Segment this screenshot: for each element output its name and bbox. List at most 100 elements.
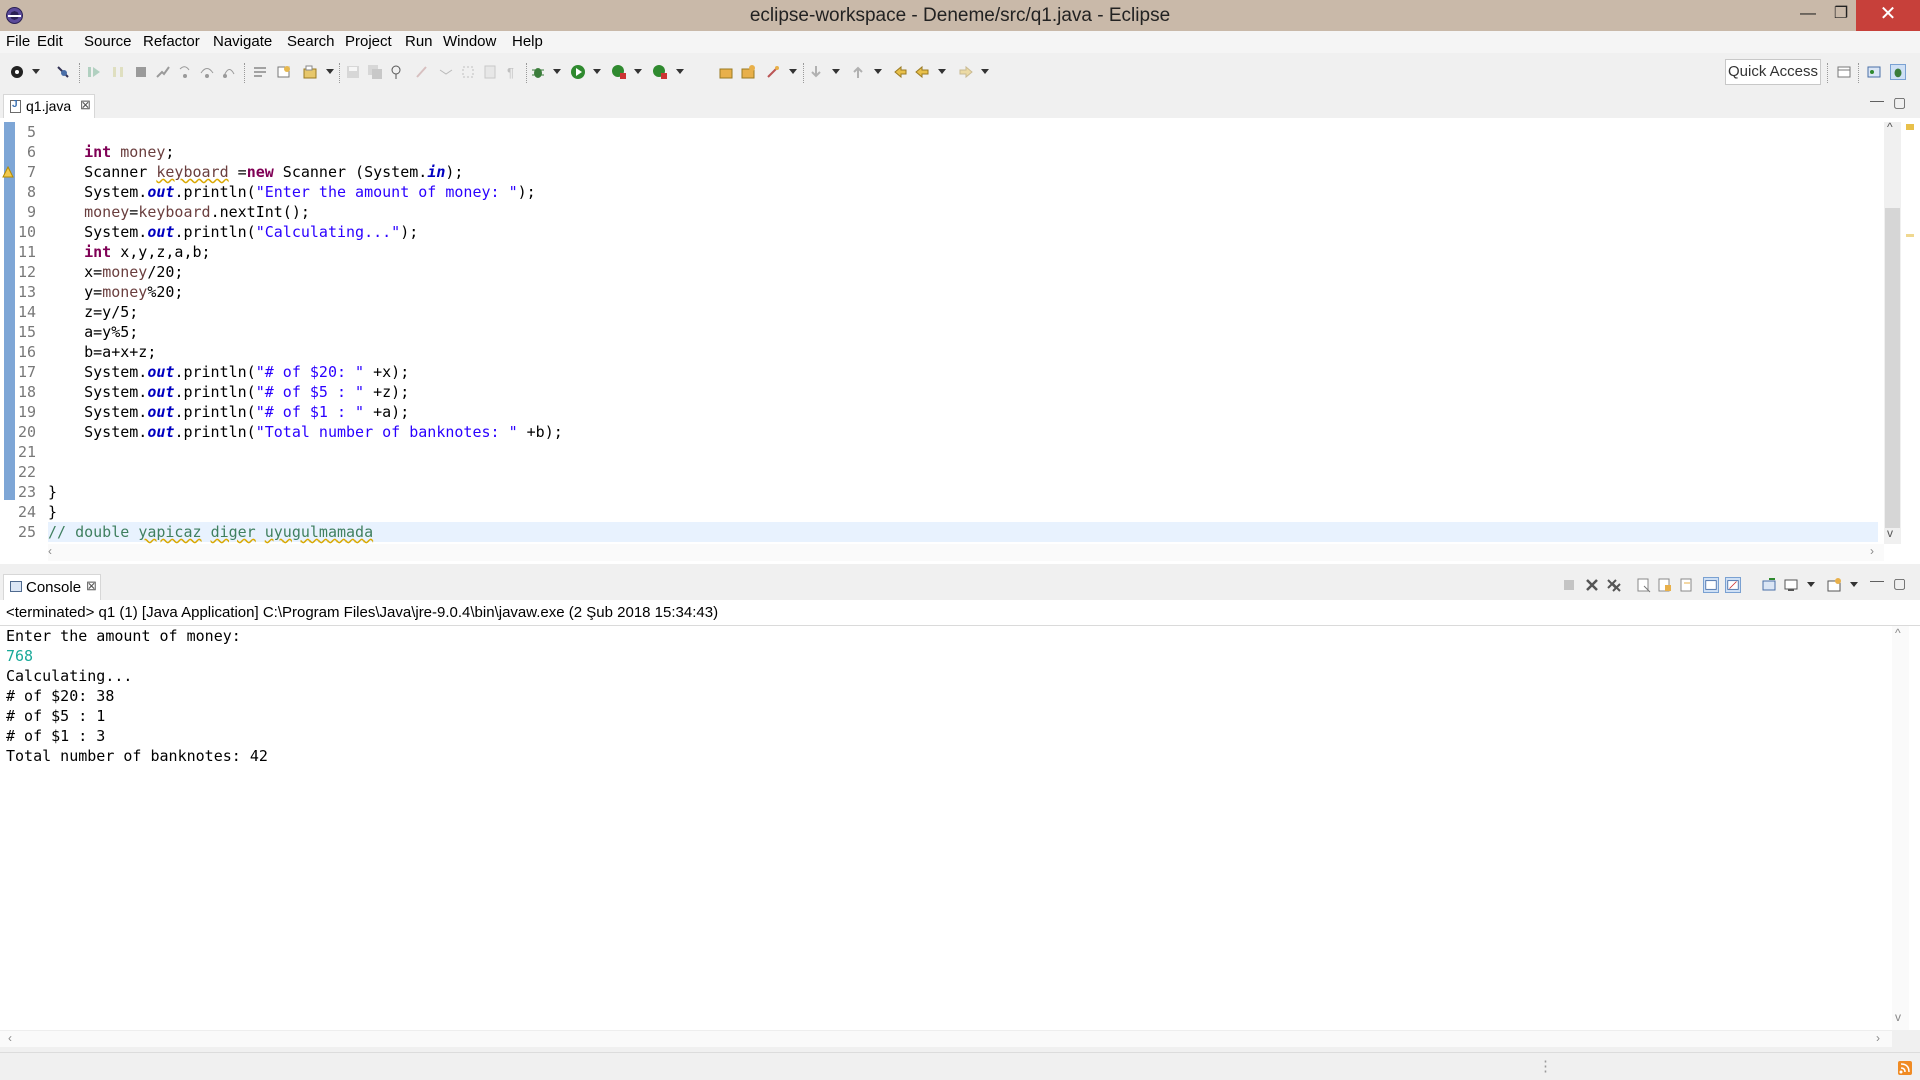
console-horizontal-scrollbar[interactable]: ‹ › xyxy=(0,1030,1892,1047)
external-tools-icon[interactable] xyxy=(652,64,668,80)
code-line[interactable]: System.out.println("# of $5 : " +z); xyxy=(48,382,1878,402)
code-line[interactable]: Scanner keyboard =new Scanner (System.in… xyxy=(48,162,1878,182)
step-over-icon[interactable] xyxy=(199,64,215,80)
code-line[interactable]: } xyxy=(48,482,1878,502)
last-edit-location-icon[interactable] xyxy=(892,64,908,80)
code-line[interactable]: ​ xyxy=(48,442,1878,462)
console-output[interactable]: Enter the amount of money: 768 Calculatin… xyxy=(0,626,1920,1030)
back-icon[interactable] xyxy=(914,64,930,80)
new-java-package-icon[interactable] xyxy=(718,64,734,80)
toggle-breadcrumb-icon[interactable] xyxy=(438,64,454,80)
suspend-icon[interactable] xyxy=(110,64,126,80)
coverage-dropdown-icon[interactable] xyxy=(634,69,642,74)
code-line[interactable]: ​ xyxy=(48,462,1878,482)
code-area[interactable]: ​ int money; Scanner keyboard =new Scann… xyxy=(48,122,1878,542)
console-vertical-scrollbar[interactable]: ^ v xyxy=(1892,626,1909,1030)
back-dropdown-icon[interactable] xyxy=(938,69,946,74)
clear-console-icon[interactable] xyxy=(1636,577,1652,593)
show-whitespace-icon[interactable]: ¶ xyxy=(504,64,520,80)
console-scroll-down-icon[interactable]: v xyxy=(1895,1010,1901,1024)
java-ee-perspective-icon[interactable] xyxy=(1866,64,1882,80)
open-task-icon[interactable] xyxy=(276,64,292,80)
menu-navigate[interactable]: Navigate xyxy=(213,33,272,50)
resume-icon[interactable] xyxy=(86,64,102,80)
minimize-console-icon[interactable]: — xyxy=(1870,572,1884,588)
terminate-console-icon[interactable] xyxy=(1561,577,1577,593)
external-tools-dropdown-icon[interactable] xyxy=(676,69,684,74)
debug-perspective-icon[interactable] xyxy=(1890,64,1906,80)
display-selected-console-icon[interactable] xyxy=(1783,577,1799,593)
pin-console-icon[interactable] xyxy=(1761,577,1777,593)
previous-annotation-icon[interactable] xyxy=(850,64,866,80)
debug-dropdown-icon[interactable] xyxy=(553,69,561,74)
run-icon[interactable] xyxy=(570,64,586,80)
remove-all-terminated-icon[interactable] xyxy=(1606,577,1622,593)
save-icon[interactable] xyxy=(345,64,361,80)
scroll-lock-icon[interactable] xyxy=(1657,577,1673,593)
code-editor[interactable]: 5 6 7 8 9 10 11 12 13 14 15 16 17 18 19 20 21 22 23 24 25 ​ … xyxy=(0,118,1920,564)
forward-icon[interactable] xyxy=(958,64,974,80)
open-type-icon[interactable] xyxy=(389,64,405,80)
close-tab-icon[interactable]: ⊠ xyxy=(80,97,91,113)
editor-vertical-scrollbar[interactable]: ^ v xyxy=(1884,120,1901,544)
menu-source[interactable]: Source xyxy=(84,33,132,50)
menu-search[interactable]: Search xyxy=(287,33,335,50)
code-line[interactable]: System.out.println("# of $20: " +x); xyxy=(48,362,1878,382)
overview-marker[interactable] xyxy=(1906,234,1914,237)
menu-window[interactable]: Window xyxy=(443,33,496,50)
scroll-thumb[interactable] xyxy=(1885,208,1900,528)
code-line[interactable]: money=keyboard.nextInt(); xyxy=(48,202,1878,222)
console-scroll-up-icon[interactable]: ^ xyxy=(1895,626,1901,640)
word-wrap-icon[interactable] xyxy=(482,64,498,80)
menu-run[interactable]: Run xyxy=(405,33,433,50)
code-line[interactable]: int money; xyxy=(48,142,1878,162)
new-wizard-dropdown-icon[interactable] xyxy=(326,69,334,74)
display-console-dropdown-icon[interactable] xyxy=(1807,582,1815,587)
open-console-icon[interactable] xyxy=(1826,577,1842,593)
code-line[interactable]: y=money%20; xyxy=(48,282,1878,302)
code-line[interactable]: System.out.println("Enter the amount of … xyxy=(48,182,1878,202)
code-line[interactable]: // double yapicaz diger uyugulmamada xyxy=(48,522,1878,542)
new-dropdown-icon[interactable] xyxy=(32,69,40,74)
new-java-class-icon[interactable] xyxy=(740,64,756,80)
maximize-editor-icon[interactable]: ▢ xyxy=(1893,94,1906,111)
scroll-left-icon[interactable]: ‹ xyxy=(48,544,52,558)
console-scroll-left-icon[interactable]: ‹ xyxy=(8,1031,12,1045)
block-selection-icon[interactable] xyxy=(460,64,476,80)
new-java-project-icon[interactable] xyxy=(302,64,318,80)
skip-breakpoints-icon[interactable] xyxy=(55,64,71,80)
show-console-on-stdout-icon[interactable] xyxy=(1703,577,1719,593)
open-perspective-icon[interactable] xyxy=(1836,64,1852,80)
editor-horizontal-scrollbar[interactable]: ‹ › xyxy=(48,544,1884,561)
forward-dropdown-icon[interactable] xyxy=(981,69,989,74)
maximize-console-icon[interactable]: ▢ xyxy=(1893,575,1906,592)
open-perspective-search-icon[interactable] xyxy=(765,64,781,80)
toggle-mark-occurrences-icon[interactable] xyxy=(414,64,430,80)
menu-refactor[interactable]: Refactor xyxy=(143,33,200,50)
menu-project[interactable]: Project xyxy=(345,33,392,50)
tab-console[interactable]: Console ⊠ xyxy=(3,574,101,600)
previous-annotation-dropdown-icon[interactable] xyxy=(874,69,882,74)
word-wrap-console-icon[interactable] xyxy=(1679,577,1695,593)
save-all-icon[interactable] xyxy=(367,64,383,80)
step-into-icon[interactable] xyxy=(177,64,193,80)
close-console-tab-icon[interactable]: ⊠ xyxy=(86,578,97,594)
next-annotation-dropdown-icon[interactable] xyxy=(832,69,840,74)
close-window-button[interactable]: ✕ xyxy=(1856,0,1920,31)
next-annotation-icon[interactable] xyxy=(808,64,824,80)
code-line[interactable]: System.out.println("# of $1 : " +a); xyxy=(48,402,1878,422)
disconnect-icon[interactable] xyxy=(155,64,171,80)
rss-icon[interactable] xyxy=(1898,1061,1912,1075)
show-console-on-stderr-icon[interactable] xyxy=(1725,577,1741,593)
editor-console-sash[interactable] xyxy=(0,564,1920,572)
code-line[interactable]: ​ xyxy=(48,122,1878,142)
quick-access-input[interactable]: Quick Access xyxy=(1725,59,1821,85)
menu-edit[interactable]: Edit xyxy=(37,33,63,50)
warning-marker-icon[interactable] xyxy=(2,166,14,178)
terminate-icon[interactable] xyxy=(133,64,149,80)
minimize-editor-icon[interactable]: — xyxy=(1870,92,1884,108)
debug-icon[interactable] xyxy=(530,64,546,80)
use-step-filters-icon[interactable] xyxy=(252,64,268,80)
code-line[interactable]: } xyxy=(48,502,1878,522)
step-return-icon[interactable] xyxy=(221,64,237,80)
